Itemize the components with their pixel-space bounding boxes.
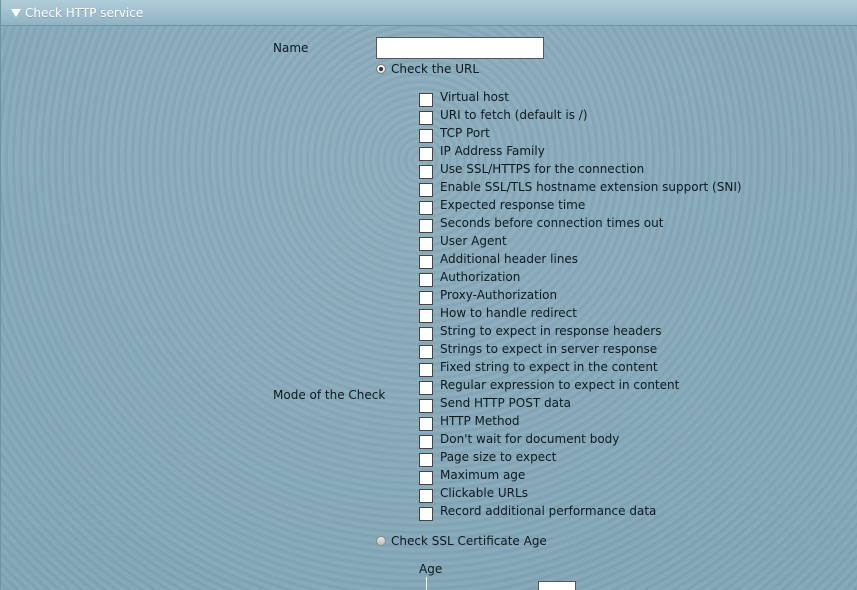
option-row[interactable]: Page size to expect [419,450,839,468]
option-checkbox[interactable] [419,273,433,287]
option-label: Proxy-Authorization [440,288,558,302]
option-row[interactable]: String to expect in response headers [419,324,839,342]
option-label: Regular expression to expect in content [440,378,680,392]
option-label: IP Address Family [440,144,545,158]
option-checkbox[interactable] [419,165,433,179]
option-label: Don't wait for document body [440,432,620,446]
option-row[interactable]: IP Address Family [419,144,839,162]
option-checkbox[interactable] [419,399,433,413]
option-label: Authorization [440,270,521,284]
option-label: Seconds before connection times out [440,216,664,230]
option-label: URI to fetch (default is /) [440,108,588,122]
option-checkbox[interactable] [419,363,433,377]
radio-check-ssl-age-label: Check SSL Certificate Age [391,534,547,548]
option-checkbox[interactable] [419,345,433,359]
option-checkbox[interactable] [419,507,433,521]
option-checkbox[interactable] [419,327,433,341]
option-row[interactable]: Don't wait for document body [419,432,839,450]
option-row[interactable]: Record additional performance data [419,504,839,522]
age-label: Age [419,562,443,576]
option-label: How to handle redirect [440,306,577,320]
name-input[interactable] [376,37,544,59]
age-indent-line [426,577,427,590]
option-checkbox[interactable] [419,471,433,485]
option-label: HTTP Method [440,414,520,428]
option-label: Use SSL/HTTPS for the connection [440,162,645,176]
option-label: Strings to expect in server response [440,342,658,356]
option-label: Expected response time [440,198,586,212]
option-label: Virtual host [440,90,509,104]
option-checkbox[interactable] [419,453,433,467]
radio-check-url[interactable]: Check the URL [376,62,479,76]
option-row[interactable]: Clickable URLs [419,486,839,504]
collapse-triangle-icon[interactable] [11,9,21,17]
option-row[interactable]: Enable SSL/TLS hostname extension suppor… [419,180,839,198]
option-label: Enable SSL/TLS hostname extension suppor… [440,180,742,194]
section-header-check-http[interactable]: Check HTTP service [1,0,857,26]
option-checkbox[interactable] [419,147,433,161]
option-checkbox[interactable] [419,381,433,395]
option-row[interactable]: Additional header lines [419,252,839,270]
option-checkbox[interactable] [419,219,433,233]
option-checkbox[interactable] [419,237,433,251]
option-label: Additional header lines [440,252,579,266]
option-row[interactable]: Expected response time [419,198,839,216]
option-row[interactable]: HTTP Method [419,414,839,432]
option-checkbox[interactable] [419,183,433,197]
option-checkbox[interactable] [419,255,433,269]
radio-check-url-dot[interactable] [376,64,386,74]
radio-check-ssl-age[interactable]: Check SSL Certificate Age [376,534,547,548]
page: Check HTTP service Name Check the URL Mo… [0,0,857,590]
option-checkbox[interactable] [419,309,433,323]
option-row[interactable]: TCP Port [419,126,839,144]
option-row[interactable]: Authorization [419,270,839,288]
option-checkbox[interactable] [419,111,433,125]
radio-check-ssl-age-dot[interactable] [376,536,386,546]
option-label: Maximum age [440,468,526,482]
check-options-list: Virtual host URI to fetch (default is /) T… [419,90,839,522]
option-row[interactable]: Send HTTP POST data [419,396,839,414]
option-row[interactable]: How to handle redirect [419,306,839,324]
option-label: Fixed string to expect in the content [440,360,658,374]
option-row[interactable]: User Agent [419,234,839,252]
name-label: Name [273,41,309,55]
option-label: Record additional performance data [440,504,657,518]
option-checkbox[interactable] [419,93,433,107]
age-input[interactable] [538,581,576,590]
radio-check-url-label: Check the URL [391,62,480,76]
section-title: Check HTTP service [25,5,144,20]
option-row[interactable]: URI to fetch (default is /) [419,108,839,126]
option-label: String to expect in response headers [440,324,662,338]
option-checkbox[interactable] [419,201,433,215]
option-row[interactable]: Seconds before connection times out [419,216,839,234]
option-label: Clickable URLs [440,486,528,500]
option-checkbox[interactable] [419,291,433,305]
option-row[interactable]: Use SSL/HTTPS for the connection [419,162,839,180]
option-row[interactable]: Proxy-Authorization [419,288,839,306]
option-label: Send HTTP POST data [440,396,572,410]
option-checkbox[interactable] [419,489,433,503]
option-checkbox[interactable] [419,435,433,449]
option-checkbox[interactable] [419,417,433,431]
option-label: User Agent [440,234,507,248]
option-row[interactable]: Maximum age [419,468,839,486]
option-checkbox[interactable] [419,129,433,143]
mode-of-check-label: Mode of the Check [273,388,386,402]
option-label: Page size to expect [440,450,557,464]
option-row[interactable]: Virtual host [419,90,839,108]
option-row[interactable]: Fixed string to expect in the content [419,360,839,378]
option-row[interactable]: Regular expression to expect in content [419,378,839,396]
option-row[interactable]: Strings to expect in server response [419,342,839,360]
option-label: TCP Port [440,126,490,140]
